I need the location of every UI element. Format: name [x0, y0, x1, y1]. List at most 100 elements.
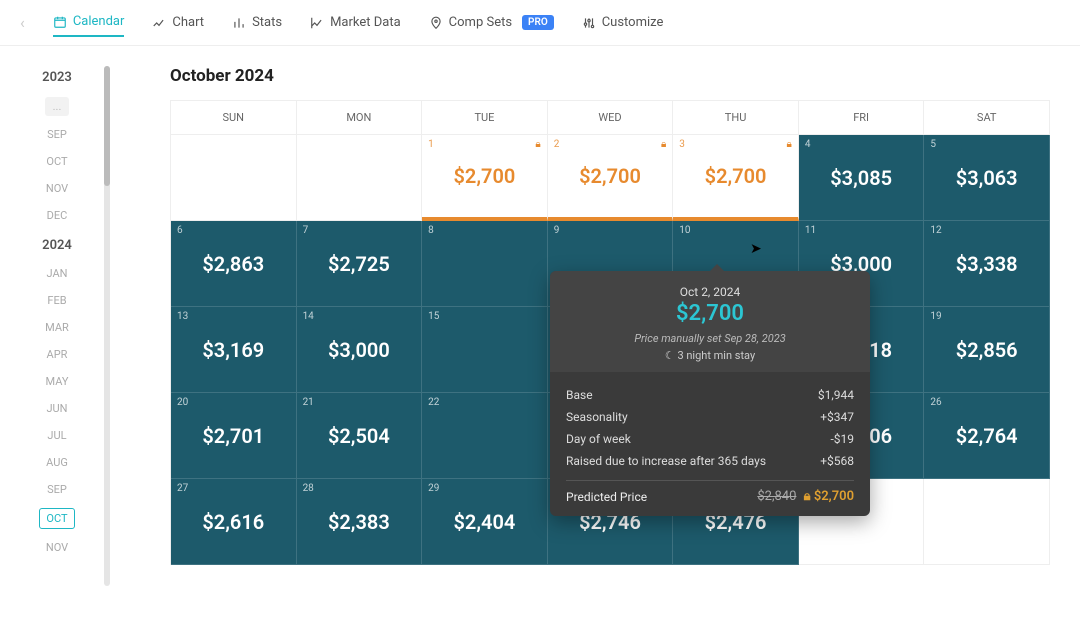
tooltip-row: Base$1,944 — [566, 384, 854, 406]
tooltip-min-stay: ☾ 3 night min stay — [560, 349, 860, 362]
nav-label: Market Data — [330, 15, 401, 30]
day-price: $3,085 — [799, 166, 924, 190]
nav-market-data[interactable]: Market Data — [310, 8, 401, 37]
calendar-cell-empty — [297, 135, 423, 221]
day-price: $2,504 — [297, 424, 422, 448]
calendar-day-4[interactable]: 4$3,085 — [799, 135, 925, 221]
dow-header: THU — [673, 101, 799, 135]
nav-customize[interactable]: Customize — [582, 8, 664, 37]
day-number: 1 — [428, 139, 541, 150]
moon-icon: ☾ — [665, 349, 675, 362]
row-label: Base — [566, 388, 593, 402]
day-price: $3,169 — [171, 338, 296, 362]
calendar-day-14[interactable]: 14$3,000 — [297, 307, 423, 393]
nav-chart[interactable]: Chart — [152, 8, 204, 37]
day-price: $2,863 — [171, 252, 296, 276]
calendar-day-13[interactable]: 13$3,169 — [171, 307, 297, 393]
calendar-cell-empty — [924, 479, 1050, 565]
row-label: Seasonality — [566, 410, 628, 424]
calendar-day-20[interactable]: 20 $2,701 — [171, 393, 297, 479]
dow-header: WED — [548, 101, 674, 135]
calendar-title: October 2024 — [170, 66, 1050, 86]
tooltip-header: Oct 2, 2024 $2,700 Price manually set Se… — [550, 271, 870, 372]
calendar-day-22[interactable]: 22 — [422, 393, 548, 479]
month-oct[interactable]: OCT — [20, 153, 94, 170]
stats-icon — [232, 16, 246, 30]
calendar-day-6[interactable]: 6$2,863 — [171, 221, 297, 307]
calendar-day-12[interactable]: 12 $3,338 — [924, 221, 1050, 307]
row-label: Raised due to increase after 365 days — [566, 454, 766, 468]
month-aug[interactable]: AUG — [20, 454, 94, 471]
calendar-day-26[interactable]: 26$2,764 — [924, 393, 1050, 479]
month-sep[interactable]: SEP — [20, 481, 94, 498]
chart-icon — [152, 16, 166, 30]
calendar-day-19[interactable]: 19 $2,856 — [924, 307, 1050, 393]
day-number: 12 — [930, 225, 1043, 236]
nav-stats[interactable]: Stats — [232, 8, 282, 37]
calendar-icon — [53, 15, 67, 29]
day-number: 21 — [303, 397, 416, 408]
month-...[interactable]: ... — [45, 97, 70, 116]
year-label: 2024 — [20, 238, 94, 253]
day-number: 3 — [679, 139, 792, 150]
lock-icon: 🔒︎ — [804, 489, 811, 504]
month-jan[interactable]: JAN — [20, 265, 94, 282]
day-price: $2,616 — [171, 510, 296, 534]
month-nov[interactable]: NOV — [20, 180, 94, 197]
back-button[interactable]: ‹ — [20, 13, 25, 32]
month-mar[interactable]: MAR — [20, 319, 94, 336]
row-value: +$347 — [820, 410, 854, 424]
day-price: $2,700 — [673, 164, 798, 188]
nav-label: Comp Sets — [449, 15, 512, 30]
calendar-day-28[interactable]: 28$2,383 — [297, 479, 423, 565]
month-apr[interactable]: APR — [20, 346, 94, 363]
tooltip-row: Day of week -$19 — [566, 428, 854, 450]
month-may[interactable]: MAY — [20, 373, 94, 390]
tooltip-arrow — [710, 264, 724, 271]
day-price: $3,063 — [924, 166, 1049, 190]
tooltip-body: Base$1,944 Seasonality +$347 Day of week -$1… — [550, 372, 870, 516]
day-number: 10 — [679, 225, 792, 236]
month-dec[interactable]: DEC — [20, 207, 94, 224]
day-price: $2,404 — [422, 510, 547, 534]
dow-header: FRI — [799, 101, 925, 135]
calendar-day-7[interactable]: 7$2,725 — [297, 221, 423, 307]
day-number: 27 — [177, 483, 290, 494]
nav-label: Customize — [602, 15, 664, 30]
nav-calendar[interactable]: Calendar — [53, 8, 125, 37]
calendar-day-21[interactable]: 21 $2,504 — [297, 393, 423, 479]
sliders-icon — [582, 16, 596, 30]
day-price: $3,338 — [924, 252, 1049, 276]
day-price: $2,701 — [171, 424, 296, 448]
dow-header: SAT — [924, 101, 1050, 135]
row-value: -$19 — [830, 432, 854, 446]
calendar-day-8[interactable]: 8 — [422, 221, 548, 307]
calendar-day-3[interactable]: 3🔒︎$2,700 — [673, 135, 799, 221]
calendar-cell-empty — [171, 135, 297, 221]
calendar-day-5[interactable]: 5$3,063 — [924, 135, 1050, 221]
calendar-day-29[interactable]: 29 $2,404 — [422, 479, 548, 565]
calendar-day-1[interactable]: 1🔒︎$2,700 — [422, 135, 548, 221]
month-jul[interactable]: JUL — [20, 427, 94, 444]
calendar-day-2[interactable]: 2🔒︎$2,700 — [548, 135, 674, 221]
day-price: $2,700 — [422, 164, 547, 188]
day-number: 20 — [177, 397, 290, 408]
day-number: 19 — [930, 311, 1043, 322]
day-price: $2,856 — [924, 338, 1049, 362]
layout: 2023...SEPOCTNOVDEC2024JANFEBMARAPRMAYJU… — [0, 46, 1080, 627]
nav-comp-sets[interactable]: Comp Sets PRO — [429, 8, 554, 37]
day-number: 8 — [428, 225, 541, 236]
month-jun[interactable]: JUN — [20, 400, 94, 417]
calendar-day-15[interactable]: 15 — [422, 307, 548, 393]
month-feb[interactable]: FEB — [20, 292, 94, 309]
day-number: 29 — [428, 483, 541, 494]
pro-badge: PRO — [522, 15, 554, 30]
tooltip-row: Raised due to increase after 365 days+$5… — [566, 450, 854, 472]
month-nov[interactable]: NOV — [20, 539, 94, 556]
month-sep[interactable]: SEP — [20, 126, 94, 143]
month-sidebar: 2023...SEPOCTNOVDEC2024JANFEBMARAPRMAYJU… — [0, 46, 110, 627]
nav-label: Chart — [172, 15, 204, 30]
month-oct[interactable]: OCT — [39, 508, 74, 529]
row-label: Day of week — [566, 432, 631, 446]
calendar-day-27[interactable]: 27 $2,616 — [171, 479, 297, 565]
